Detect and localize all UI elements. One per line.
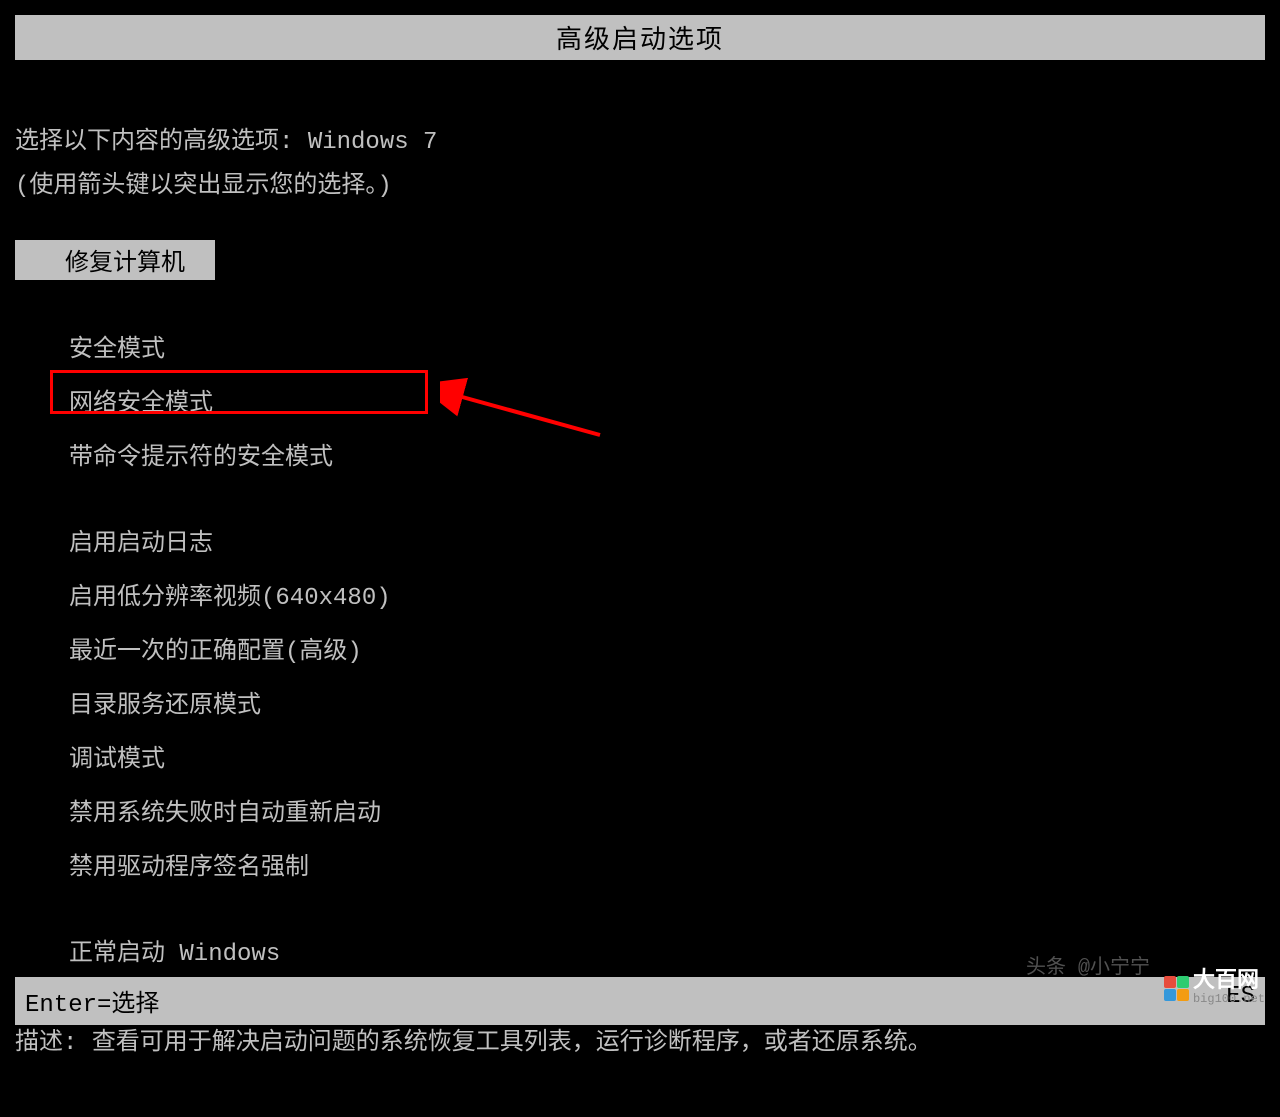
option-disable-auto-restart[interactable]: 禁用系统失败时自动重新启动 [65,790,385,830]
option-repair-computer[interactable]: 修复计算机 [15,240,215,280]
title-text: 高级启动选项 [556,26,724,56]
logo-icon [1164,976,1189,1001]
footer-bar: Enter=选择 ES [15,977,1265,1025]
logo-main-text: 大百网 [1193,971,1265,993]
option-start-normally[interactable]: 正常启动 Windows [65,930,284,970]
option-group-repair: 修复计算机 [15,240,1265,286]
footer-enter-label: Enter=选择 [25,983,159,1019]
option-enable-boot-log[interactable]: 启用启动日志 [65,520,217,560]
watermark-logo: 大百网 big100.net [1164,971,1265,1005]
option-safe-mode-cmd[interactable]: 带命令提示符的安全模式 [65,434,337,474]
option-safe-mode[interactable]: 安全模式 [65,326,169,366]
title-bar: 高级启动选项 [15,15,1265,60]
logo-text: 大百网 big100.net [1193,971,1265,1005]
instruction-line: (使用箭头键以突出显示您的选择。) [15,164,1265,200]
description-line: 描述: 查看可用于解决启动问题的系统恢复工具列表，运行诊断程序，或者还原系统。 [15,1021,1265,1057]
option-group-advanced: 启用启动日志 启用低分辨率视频(640x480) 最近一次的正确配置(高级) 目… [15,520,1265,890]
option-group-safe-mode: 安全模式 网络安全模式 带命令提示符的安全模式 [15,326,1265,480]
option-last-known-good[interactable]: 最近一次的正确配置(高级) [65,628,366,668]
option-enable-low-res[interactable]: 启用低分辨率视频(640x480) [65,574,395,614]
option-directory-restore[interactable]: 目录服务还原模式 [65,682,265,722]
description-text: 查看可用于解决启动问题的系统恢复工具列表，运行诊断程序，或者还原系统。 [92,1030,932,1057]
description-label: 描述: [15,1030,92,1057]
logo-sub-text: big100.net [1193,993,1265,1005]
prompt-prefix: 选择以下内容的高级选项: [15,129,308,156]
option-debug-mode[interactable]: 调试模式 [65,736,169,776]
watermark-toutiao: 头条 @小宁宁 [1026,950,1150,980]
option-disable-driver-sig[interactable]: 禁用驱动程序签名强制 [65,844,313,884]
option-safe-mode-network[interactable]: 网络安全模式 [65,380,217,420]
os-name: Windows 7 [308,129,438,156]
prompt-line: 选择以下内容的高级选项: Windows 7 [15,120,1265,156]
